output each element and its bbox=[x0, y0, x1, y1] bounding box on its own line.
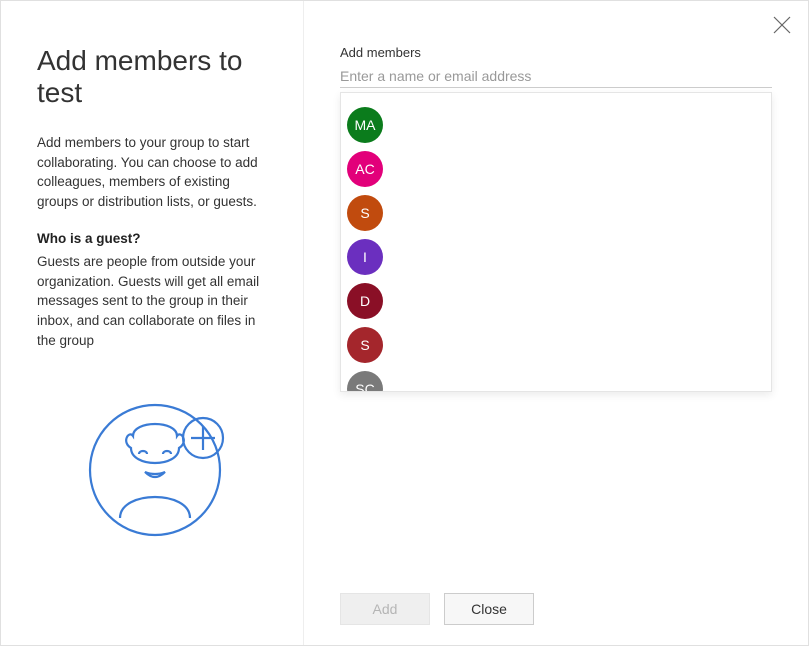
add-members-dialog: Add members to test Add members to your … bbox=[1, 1, 808, 645]
dialog-description: Add members to your group to start colla… bbox=[37, 133, 273, 211]
member-search-input[interactable] bbox=[340, 64, 772, 88]
avatar: SC bbox=[347, 371, 383, 391]
avatar: S bbox=[347, 195, 383, 231]
add-button[interactable]: Add bbox=[340, 593, 430, 625]
dialog-footer: Add Close bbox=[340, 593, 534, 625]
guest-description: Guests are people from outside your orga… bbox=[37, 252, 273, 350]
avatar: AC bbox=[347, 151, 383, 187]
members-pane: Add members MAACSIDSSC Add Close bbox=[304, 1, 808, 645]
avatar: MA bbox=[347, 107, 383, 143]
info-pane: Add members to test Add members to your … bbox=[1, 1, 304, 645]
person-add-illustration bbox=[75, 390, 235, 555]
suggestion-item[interactable]: S bbox=[347, 325, 765, 365]
suggestion-item[interactable]: S bbox=[347, 193, 765, 233]
guest-heading: Who is a guest? bbox=[37, 231, 273, 246]
dialog-title: Add members to test bbox=[37, 45, 273, 109]
suggestions-dropdown: MAACSIDSSC bbox=[340, 92, 772, 392]
suggestions-list[interactable]: MAACSIDSSC bbox=[341, 93, 771, 391]
suggestion-item[interactable]: D bbox=[347, 281, 765, 321]
suggestion-item[interactable]: I bbox=[347, 237, 765, 277]
suggestion-item[interactable]: SC bbox=[347, 369, 765, 391]
suggestion-item[interactable]: MA bbox=[347, 105, 765, 145]
search-label: Add members bbox=[340, 45, 772, 60]
suggestion-item[interactable]: AC bbox=[347, 149, 765, 189]
avatar: I bbox=[347, 239, 383, 275]
avatar: S bbox=[347, 327, 383, 363]
close-button[interactable]: Close bbox=[444, 593, 534, 625]
avatar: D bbox=[347, 283, 383, 319]
